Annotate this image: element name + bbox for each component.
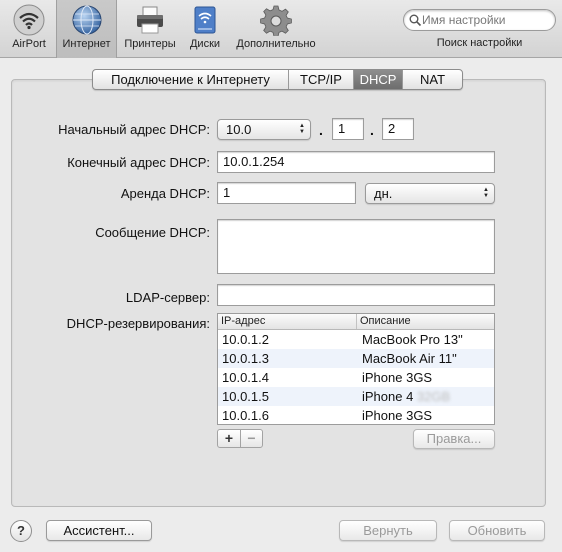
search-input[interactable] [422, 13, 552, 27]
table-row[interactable]: 10.0.1.2 MacBook Pro 13" [218, 330, 494, 349]
table-row[interactable]: 10.0.1.6 iPhone 3GS [218, 406, 494, 424]
updown-arrows-icon: ▲ ▼ [483, 187, 489, 199]
help-button[interactable]: ? [10, 520, 32, 542]
toolbar-label: Интернет [62, 38, 111, 50]
cell-ip: 10.0.1.3 [222, 351, 269, 366]
globe-icon [71, 4, 103, 36]
table-row[interactable]: 10.0.1.3 MacBook Air 11" [218, 349, 494, 368]
cell-description: iPhone 3GS [362, 408, 433, 423]
edit-button[interactable]: Правка... [413, 429, 495, 449]
toolbar-label: Дополнительно [236, 38, 316, 50]
tab-nat[interactable]: NAT [403, 70, 462, 89]
toolbar-item-disks[interactable]: Диски [183, 0, 227, 58]
cell-ip: 10.0.1.5 [222, 389, 269, 404]
gear-icon [260, 4, 292, 36]
message-textarea[interactable] [217, 219, 495, 274]
table-header: IP-адрес Описание [218, 314, 494, 330]
cell-ip: 10.0.1.6 [222, 408, 269, 423]
tab-dhcp[interactable]: DHCP [354, 70, 403, 89]
lease-label: Аренда DHCP: [120, 186, 210, 201]
reservations-table[interactable]: IP-адрес Описание 10.0.1.2 MacBook Pro 1… [217, 313, 495, 425]
toolbar-label: Диски [189, 38, 221, 50]
tab-bar: Подключение к Интернету TCP/IP DHCP NAT [92, 69, 463, 90]
start-prefix-value: 10.0 [226, 122, 252, 137]
search-icon [409, 14, 422, 26]
start-address-label: Начальный адрес DHCP: [58, 122, 210, 137]
update-button[interactable]: Обновить [449, 520, 545, 541]
octet-separator: . [319, 122, 323, 138]
reservations-label: DHCP-резервирования: [66, 316, 210, 331]
toolbar-item-advanced[interactable]: Дополнительно [230, 0, 322, 58]
end-address-field[interactable]: 10.0.1.254 [217, 151, 495, 173]
cell-description: iPhone 4 32GB [357, 387, 494, 406]
ldap-field[interactable] [217, 284, 495, 306]
updown-arrows-icon: ▲ ▼ [299, 123, 305, 135]
cell-description: MacBook Air 11" [362, 351, 457, 366]
wifi-icon [13, 4, 45, 36]
toolbar-label: AirPort [12, 38, 46, 50]
tab-internet-connection[interactable]: Подключение к Интернету [93, 70, 289, 89]
column-header-description[interactable]: Описание [357, 314, 494, 329]
start-prefix-popup[interactable]: 10.0 ▲ ▼ [217, 119, 311, 140]
column-header-ip[interactable]: IP-адрес [218, 314, 357, 329]
table-row[interactable]: 10.0.1.4 iPhone 3GS [218, 368, 494, 387]
lease-unit-popup[interactable]: дн. ▲ ▼ [365, 183, 495, 204]
cell-description-text: iPhone 4 [362, 389, 414, 404]
start-octet4-field[interactable]: 2 [382, 118, 414, 140]
cell-ip: 10.0.1.4 [222, 370, 269, 385]
disk-icon [189, 4, 221, 36]
octet-separator: . [370, 122, 374, 138]
add-remove-control: + − [217, 429, 263, 448]
start-octet3-field[interactable]: 1 [332, 118, 364, 140]
assistant-button[interactable]: Ассистент... [46, 520, 152, 541]
search-caption: Поиск настройки [436, 37, 523, 49]
toolbar-item-airport[interactable]: AirPort [4, 0, 54, 58]
add-button[interactable]: + [218, 430, 240, 447]
toolbar-item-internet[interactable]: Интернет [56, 0, 117, 58]
toolbar-item-printers[interactable]: Принтеры [120, 0, 180, 58]
table-row[interactable]: 10.0.1.5 iPhone 4 32GB [218, 387, 494, 406]
revert-button[interactable]: Вернуть [339, 520, 437, 541]
cell-description: MacBook Pro 13" [362, 332, 463, 347]
end-address-label: Конечный адрес DHCP: [67, 155, 210, 170]
tab-tcpip[interactable]: TCP/IP [289, 70, 354, 89]
cell-description-blurred: 32GB [416, 389, 451, 404]
ldap-label: LDAP-сервер: [125, 290, 210, 305]
cell-description: iPhone 3GS [362, 370, 433, 385]
message-label: Сообщение DHCP: [95, 225, 210, 240]
lease-field[interactable]: 1 [217, 182, 356, 204]
lease-unit-value: дн. [374, 186, 393, 201]
toolbar-label: Принтеры [124, 38, 176, 50]
table-body: 10.0.1.2 MacBook Pro 13" 10.0.1.3 MacBoo… [218, 330, 494, 424]
toolbar: AirPort Интернет Принтеры Диски Дополнит… [0, 0, 562, 58]
cell-ip: 10.0.1.2 [222, 332, 269, 347]
remove-button[interactable]: − [240, 430, 262, 447]
search-field[interactable] [403, 9, 556, 31]
printer-icon [134, 4, 166, 36]
